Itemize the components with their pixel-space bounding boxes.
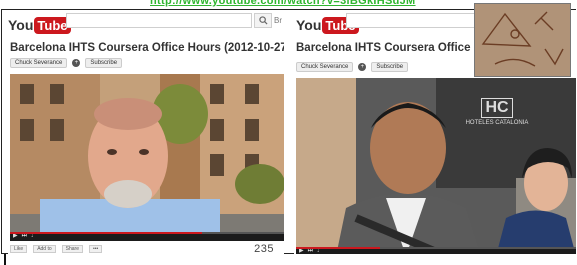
share-button[interactable]: Share	[61, 245, 83, 253]
rock-art-thumbnail	[474, 3, 571, 77]
progress-fill	[296, 247, 380, 249]
search-input[interactable]	[66, 13, 252, 28]
video-player[interactable]: HC HOTELES CATALONIA ▶ ⏭ ♩	[296, 78, 576, 254]
hotel-sign-logo: HC	[481, 98, 513, 118]
video-title: Barcelona IHTS Coursera Office Hours (20…	[10, 42, 284, 54]
player-controls: ▶ ⏭ ♩	[10, 232, 284, 241]
subscribe-icon: +	[72, 59, 81, 67]
channel-row: Chuck Severance + Subscribe	[296, 62, 409, 72]
hotel-sign: HC HOTELES CATALONIA	[462, 98, 532, 126]
hotel-sign-text: HOTELES CATALONIA	[465, 120, 529, 126]
video-frame-street-scene	[10, 74, 284, 241]
video-player[interactable]: ▶ ⏭ ♩	[10, 74, 284, 241]
rock-art-image	[475, 4, 570, 76]
view-count: 235	[254, 243, 274, 254]
left-youtube-header: You Tube	[8, 14, 71, 36]
channel-row: Chuck Severance + Subscribe	[10, 58, 123, 68]
subscribe-button[interactable]: Subscribe	[371, 62, 409, 72]
progress-bar[interactable]	[296, 247, 576, 249]
video-frame-hotel-scene	[296, 78, 576, 254]
subscribe-icon: +	[358, 63, 367, 71]
progress-bar[interactable]	[10, 232, 284, 234]
subscribe-button[interactable]: Subscribe	[85, 58, 123, 68]
logo-you-text: You	[8, 17, 34, 33]
youtube-logo[interactable]: You Tube	[8, 16, 71, 34]
search-input[interactable]	[346, 13, 476, 28]
search-icon	[258, 16, 268, 25]
add-to-button[interactable]: Add to	[33, 245, 56, 253]
action-row: Like Add to Share •••	[10, 245, 103, 253]
channel-name[interactable]: Chuck Severance	[10, 58, 68, 68]
player-controls: ▶ ⏭ ♩	[296, 247, 576, 254]
browse-link[interactable]: Br	[274, 16, 282, 25]
more-button[interactable]: •••	[89, 245, 103, 253]
logo-you-text: You	[296, 17, 322, 33]
video-url-link[interactable]: http://www.youtube.com/watch?v=3iBGkIHSd…	[150, 0, 470, 9]
left-youtube-panel: You Tube Br Barcelona IHTS Coursera Offi…	[8, 10, 284, 254]
search-button[interactable]	[254, 13, 272, 28]
channel-name[interactable]: Chuck Severance	[296, 62, 354, 72]
progress-fill	[10, 232, 202, 234]
like-button[interactable]: Like	[10, 245, 28, 253]
